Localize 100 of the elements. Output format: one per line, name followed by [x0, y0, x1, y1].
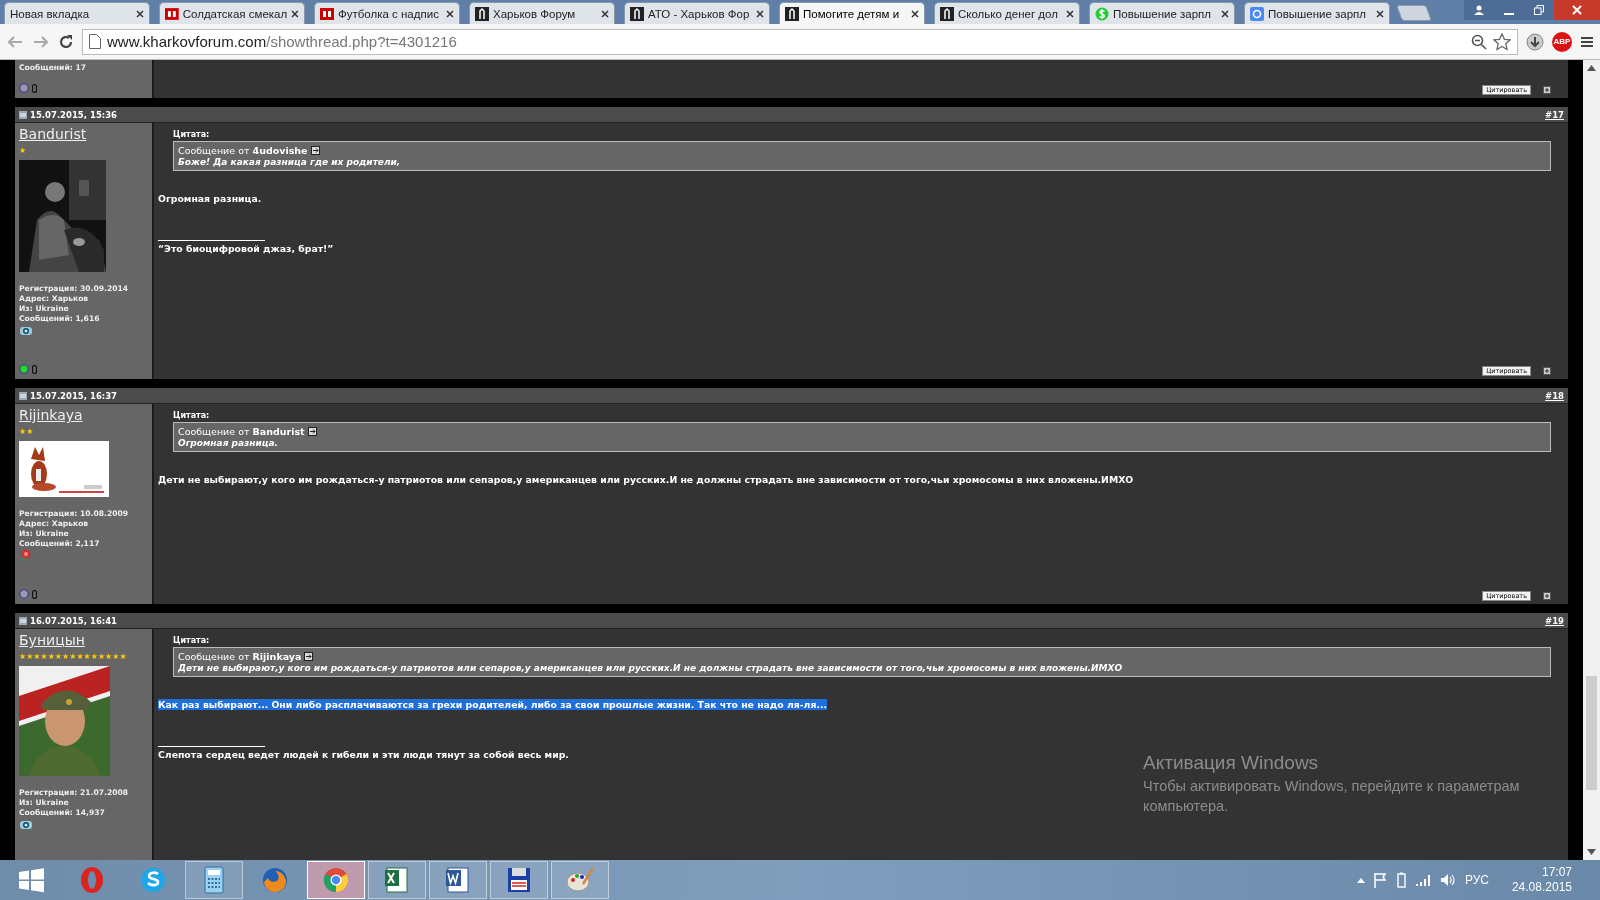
browser-tab[interactable]: Новая вкладка — [4, 2, 150, 24]
tab-title: Солдатская смекал — [182, 7, 288, 20]
message-text: Огромная разница. — [158, 193, 263, 204]
view-post-icon[interactable] — [310, 146, 320, 155]
scrollbar-thumb[interactable] — [1586, 676, 1597, 790]
site-icon — [320, 7, 334, 20]
windows-icon[interactable] — [19, 868, 44, 893]
signal-icon[interactable] — [1414, 873, 1431, 887]
language-indicator[interactable]: РУС — [1464, 873, 1489, 887]
address-bar[interactable]: www.kharkovforum.com/showthread.php?t=4301216 — [82, 28, 1518, 55]
quote-text: Огромная разница. — [178, 438, 279, 448]
site-icon — [165, 7, 179, 20]
scroll-up-icon[interactable] — [1587, 65, 1596, 71]
taskbar-button[interactable] — [368, 861, 426, 899]
username-link[interactable]: Буницын — [19, 632, 85, 648]
close-icon[interactable] — [1376, 9, 1384, 18]
reload-icon[interactable] — [58, 33, 74, 50]
speaker-icon[interactable] — [1439, 873, 1456, 887]
chrome-icon[interactable] — [324, 868, 348, 892]
reputation-icon — [32, 364, 37, 374]
close-button[interactable] — [1554, 0, 1600, 20]
post-number-link[interactable]: #19 — [1545, 615, 1564, 626]
tab-title: Футболка с надпис — [338, 7, 440, 20]
reputation-icon — [32, 83, 37, 93]
restore-button[interactable] — [1524, 0, 1554, 20]
taskbar-button[interactable] — [429, 861, 487, 899]
view-post-icon[interactable] — [304, 652, 314, 661]
clock[interactable]: 17:07 24.08.2015 — [1511, 865, 1572, 895]
download-icon[interactable] — [1526, 32, 1544, 51]
taskbar-button[interactable] — [490, 861, 548, 899]
browser-tab[interactable]: Сколько денег дол — [934, 2, 1080, 24]
menu-icon[interactable] — [1580, 34, 1594, 49]
close-icon[interactable] — [756, 9, 764, 18]
flag-icon[interactable] — [1373, 872, 1388, 888]
new-tab-button[interactable] — [1396, 5, 1432, 21]
rank-stars: ★★★★★★★★★★★★★★★ — [19, 652, 127, 661]
close-icon[interactable] — [1066, 9, 1074, 18]
signature-text: “Это биоцифровой джаз, брат!” — [158, 243, 335, 254]
close-icon[interactable] — [446, 9, 454, 18]
tab-title: Сколько денег дол — [958, 7, 1059, 20]
close-icon[interactable] — [911, 9, 919, 18]
post-icon — [19, 391, 27, 400]
camera-icon — [19, 324, 33, 336]
excel-icon[interactable] — [385, 867, 408, 893]
battery-icon[interactable] — [1396, 872, 1406, 888]
browser-tab[interactable]: Помогите детям и — [779, 2, 925, 24]
quote-text: Дети не выбирают,у кого им рождаться-у патриотов или сепаров,у американцев или русских.И не должны страдать вне зависимости от того,чьи хромосомы в них вложены.ИМХО — [178, 663, 1124, 673]
site-icon — [940, 6, 954, 21]
multi-quote-icon[interactable] — [1543, 86, 1551, 94]
taskbar-button[interactable] — [185, 861, 243, 899]
adblock-button[interactable]: ABP — [1552, 31, 1572, 52]
calculator-icon[interactable] — [204, 866, 224, 894]
post-icon — [19, 110, 27, 119]
username-link[interactable]: Bandurist — [19, 126, 87, 142]
rank-stars: ★ — [19, 146, 27, 155]
user-button[interactable] — [1464, 0, 1494, 20]
camera-icon — [19, 818, 33, 830]
quote-label: Цитата: — [173, 130, 211, 139]
page-icon — [89, 34, 101, 49]
browser-tab[interactable]: Футболка с надпис — [314, 2, 460, 24]
reputation-icon — [32, 589, 37, 599]
multi-quote-icon[interactable] — [1543, 367, 1551, 375]
dollar-icon — [1095, 6, 1109, 21]
caret-up-icon[interactable] — [1356, 877, 1365, 883]
close-icon — [1572, 5, 1582, 15]
site-icon — [630, 6, 644, 21]
firefox-icon[interactable] — [263, 868, 287, 893]
close-icon[interactable] — [291, 9, 299, 18]
scroll-down-icon[interactable] — [1587, 849, 1596, 855]
multi-quote-icon[interactable] — [1543, 592, 1551, 600]
word-icon[interactable] — [446, 867, 469, 893]
taskbar-button[interactable] — [307, 861, 365, 899]
site-icon — [1250, 6, 1264, 21]
close-icon[interactable] — [601, 9, 609, 18]
message-text: Дети не выбирают,у кого им рождаться-у патриотов или сепаров,у американцев или русских.И не должны страдать вне зависимости от того,чьи хромосомы в них вложены.ИМХО — [158, 474, 1135, 485]
skype-icon[interactable] — [141, 868, 165, 892]
browser-tab[interactable]: Харьков Форум — [469, 2, 615, 24]
view-post-icon[interactable] — [307, 427, 317, 436]
quote-label: Цитата: — [173, 636, 211, 645]
close-icon[interactable] — [1221, 9, 1229, 18]
zoom-icon[interactable] — [1471, 33, 1487, 50]
tab-title: Помогите детям и — [803, 7, 901, 20]
quote-author: Сообщение от Bandurist — [178, 426, 305, 437]
quote-author: Сообщение от 4udovishe — [178, 145, 308, 156]
browser-tab[interactable]: АТО - Харьков Фор — [624, 2, 770, 24]
browser-tab[interactable]: Повышение зарпл — [1244, 2, 1390, 24]
post-number-link[interactable]: #18 — [1545, 390, 1564, 401]
url-text: www.kharkovforum.com/showthread.php?t=4301216 — [107, 33, 457, 50]
scrollbar[interactable] — [1583, 60, 1600, 860]
post-icon — [19, 616, 27, 625]
tab-title: Новая вкладка — [10, 7, 91, 20]
palette-icon[interactable] — [566, 867, 595, 892]
signature-text: Слепота сердец ведет людей к гибели и эти люди тянут за собой весь мир. — [158, 749, 570, 760]
quote-text: Боже! Да какая разница где их родители, — [178, 157, 402, 167]
post-number-link[interactable]: #17 — [1545, 109, 1564, 120]
bookmark-star-icon[interactable] — [1493, 32, 1511, 51]
close-icon[interactable] — [136, 9, 144, 18]
browser-tab[interactable]: Солдатская смекал — [159, 2, 305, 24]
username-link[interactable]: Rijinkaya — [19, 407, 83, 423]
browser-tab[interactable]: Повышение зарпл — [1089, 2, 1235, 24]
